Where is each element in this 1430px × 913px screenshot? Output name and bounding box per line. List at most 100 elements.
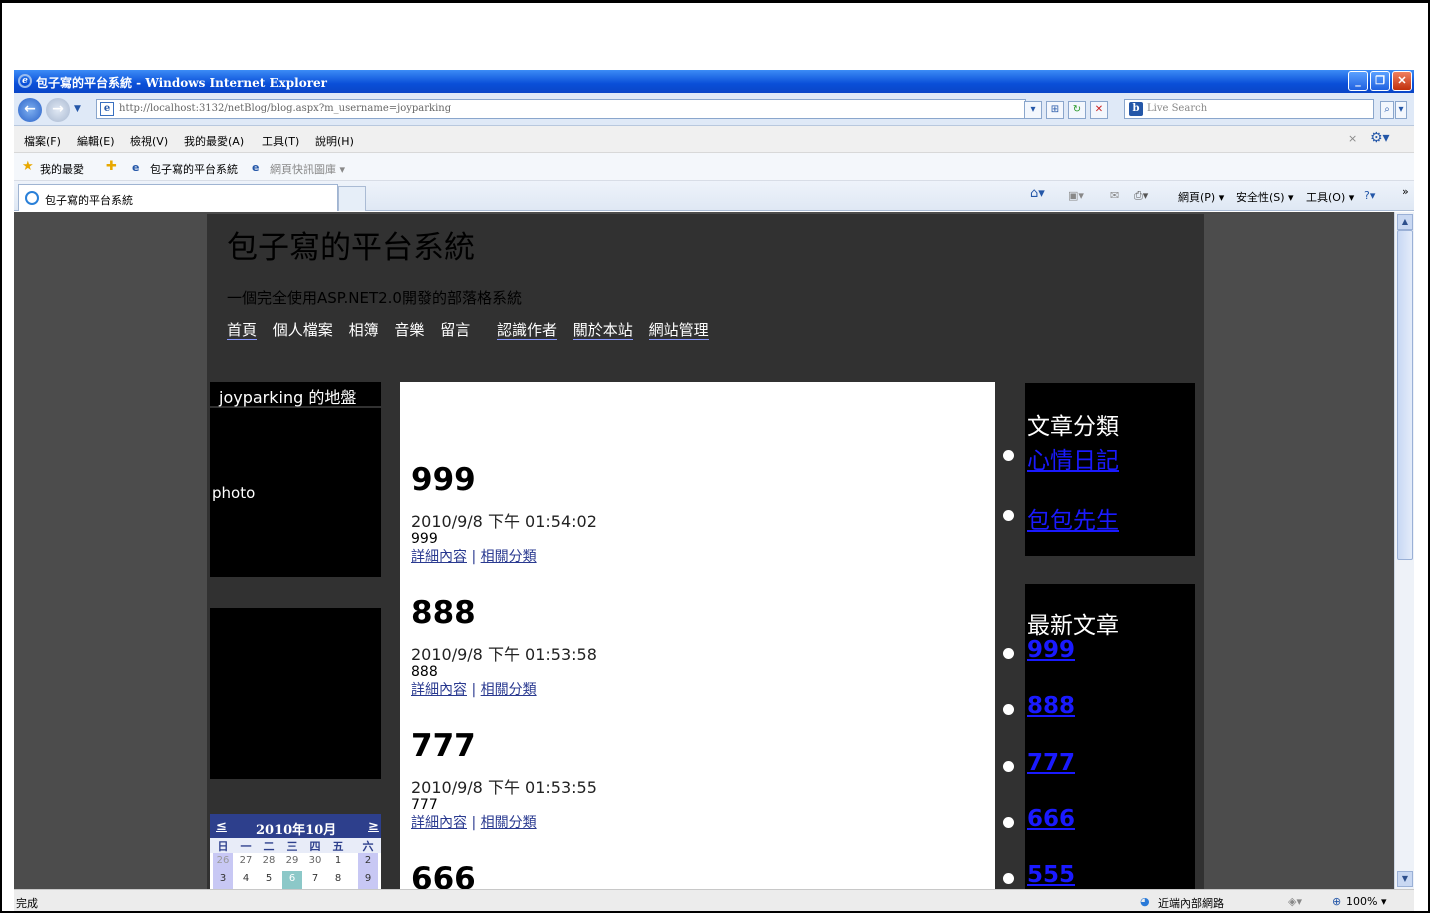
calendar-day[interactable]: 2	[358, 853, 378, 871]
minimize-button[interactable]: _	[1348, 71, 1368, 91]
nav-guestbook[interactable]: 留言	[440, 321, 470, 339]
nav-profile[interactable]: 個人檔案	[273, 321, 333, 339]
rss-feed-icon[interactable]: ⊞	[1046, 101, 1064, 119]
help-icon[interactable]: ?▾	[1364, 189, 1375, 202]
nav-album[interactable]: 相簿	[349, 321, 379, 339]
scroll-down-icon[interactable]: ▼	[1397, 871, 1413, 887]
zone-label[interactable]: 近端內部網路	[1158, 895, 1224, 911]
back-button[interactable]: ←	[18, 98, 42, 122]
nav-about-site[interactable]: 關於本站	[572, 321, 633, 340]
post-links: 詳細內容 | 相關分類	[411, 679, 597, 699]
restore-button[interactable]: ❐	[1370, 71, 1390, 91]
tools-menu[interactable]: 工具(O) ▾	[1306, 189, 1354, 205]
menu-tools[interactable]: 工具(T)	[262, 133, 299, 149]
history-dropdown-icon[interactable]: ▼	[74, 104, 81, 114]
link-separator: |	[471, 549, 477, 565]
category-link[interactable]: 相關分類	[481, 549, 537, 565]
calendar-next[interactable]: ≥	[368, 819, 379, 834]
address-dropdown-icon[interactable]: ▾	[1024, 101, 1042, 119]
close-menu-icon[interactable]: ×	[1348, 132, 1357, 145]
calendar-today[interactable]: 6	[282, 871, 302, 889]
close-window-button[interactable]: ✕	[1392, 71, 1412, 91]
bullet-icon	[1003, 761, 1014, 772]
calendar-day[interactable]: 28	[259, 853, 279, 866]
calendar-day[interactable]: 27	[236, 853, 256, 866]
address-bar[interactable]: e http://localhost:3132/netBlog/blog.asp…	[96, 99, 1026, 119]
menu-help[interactable]: 說明(H)	[315, 133, 354, 149]
ie-page-icon: e	[132, 161, 140, 174]
latest-link[interactable]: 999	[1027, 637, 1075, 663]
security-shield-icon[interactable]: ◈▾	[1288, 895, 1302, 908]
calendar-day[interactable]: 30	[305, 853, 325, 866]
scroll-thumb[interactable]	[1397, 230, 1413, 560]
calendar-day[interactable]: 9	[358, 871, 378, 889]
favorite-link-platform[interactable]: 包子寫的平台系統	[150, 161, 238, 177]
page-menu[interactable]: 網頁(P) ▾	[1178, 189, 1224, 205]
favorite-link-webslice[interactable]: 網頁快訊圖庫 ▾	[270, 161, 345, 177]
calendar-prev[interactable]: ≤	[216, 819, 227, 834]
latest-link[interactable]: 888	[1027, 693, 1075, 719]
home-icon[interactable]: ⌂▾	[1030, 186, 1045, 201]
print-icon[interactable]: ⎙▾	[1134, 189, 1148, 203]
more-commands-chevron[interactable]: »	[1402, 185, 1409, 198]
menu-favorites[interactable]: 我的最愛(A)	[184, 133, 244, 149]
category-link[interactable]: 相關分類	[481, 682, 537, 698]
calendar-day[interactable]: 5	[259, 871, 279, 884]
addons-icon[interactable]: ⚙▾	[1370, 130, 1390, 146]
favorites-star-icon[interactable]: ★	[22, 159, 34, 174]
stop-icon[interactable]: ✕	[1090, 101, 1108, 119]
refresh-icon[interactable]: ↻	[1068, 101, 1086, 119]
calendar-day[interactable]: 29	[282, 853, 302, 866]
post-title[interactable]: 666	[411, 861, 476, 889]
category-link[interactable]: 相關分類	[481, 815, 537, 831]
detail-link[interactable]: 詳細內容	[411, 815, 467, 831]
add-favorite-icon[interactable]: ✚	[106, 159, 117, 174]
nav-music[interactable]: 音樂	[394, 321, 424, 339]
detail-link[interactable]: 詳細內容	[411, 682, 467, 698]
calendar-day[interactable]: 1	[328, 853, 348, 866]
menu-file[interactable]: 檔案(F)	[24, 133, 61, 149]
search-go-icon[interactable]: ⌕	[1380, 101, 1394, 119]
calendar-day[interactable]: 26	[213, 853, 233, 871]
tab-platform[interactable]: 包子寫的平台系統	[18, 184, 338, 211]
bullet-icon	[1003, 648, 1014, 659]
scroll-up-icon[interactable]: ▲	[1397, 214, 1413, 230]
post-title[interactable]: 777	[411, 728, 597, 764]
vertical-scrollbar[interactable]: ▲ ▼	[1394, 212, 1414, 889]
detail-link[interactable]: 詳細內容	[411, 549, 467, 565]
tab-bar: 包子寫的平台系統 ⌂▾ ▣▾ ✉ ⎙▾ 網頁(P) ▾ 安全性(S) ▾ 工具(…	[14, 181, 1414, 211]
category-link-baobao[interactable]: 包包先生	[1027, 501, 1119, 535]
network-zone-icon: ◕	[1140, 895, 1150, 908]
nav-admin[interactable]: 網站管理	[648, 321, 709, 340]
photo-label: photo	[212, 484, 256, 502]
weekday: 四	[309, 840, 321, 853]
nav-about-author[interactable]: 認識作者	[496, 321, 557, 340]
menu-view[interactable]: 檢視(V)	[130, 133, 168, 149]
post-title[interactable]: 888	[411, 595, 597, 631]
favorites-label[interactable]: 我的最愛	[40, 161, 84, 177]
zoom-level[interactable]: 100% ▾	[1346, 895, 1386, 908]
address-url: http://localhost:3132/netBlog/blog.aspx?…	[119, 103, 452, 114]
menu-edit[interactable]: 編輯(E)	[77, 133, 115, 149]
new-tab-button[interactable]	[338, 186, 366, 211]
post-item: 777 2010/9/8 下午 01:53:55 777 詳細內容 | 相關分類	[411, 728, 597, 832]
nav-home[interactable]: 首頁	[227, 321, 258, 340]
post-title[interactable]: 999	[411, 462, 597, 498]
blog-page: 包子寫的平台系統 一個完全使用ASP.NET2.0開發的部落格系統 首頁 個人檔…	[207, 214, 1204, 889]
latest-posts-box: 最新文章 999 888 777 666 555	[1003, 584, 1195, 889]
latest-link[interactable]: 555	[1027, 862, 1075, 888]
mail-icon[interactable]: ✉	[1110, 189, 1119, 202]
search-options-icon[interactable]: ▾	[1395, 101, 1407, 119]
feeds-icon[interactable]: ▣▾	[1068, 189, 1084, 202]
forward-button[interactable]: →	[46, 98, 70, 122]
safety-menu[interactable]: 安全性(S) ▾	[1236, 189, 1294, 205]
calendar-day[interactable]: 7	[305, 871, 325, 884]
calendar-day[interactable]: 8	[328, 871, 348, 884]
tab-ie-icon	[25, 191, 39, 205]
latest-link[interactable]: 666	[1027, 806, 1075, 832]
calendar-day[interactable]: 3	[213, 871, 233, 889]
calendar-day[interactable]: 4	[236, 871, 256, 884]
latest-link[interactable]: 777	[1027, 750, 1075, 776]
search-input[interactable]: b Live Search	[1124, 99, 1374, 119]
category-link-diary[interactable]: 心情日記	[1027, 441, 1119, 475]
